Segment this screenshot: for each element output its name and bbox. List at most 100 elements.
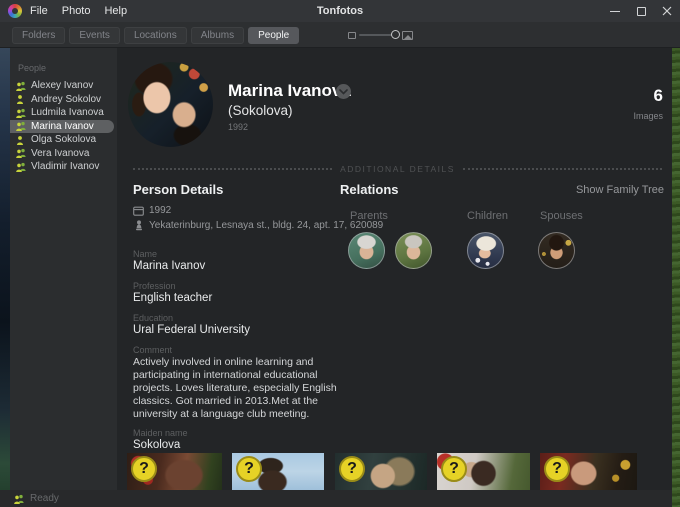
profile-name: Marina Ivanova	[228, 81, 351, 101]
photo-thumbnail[interactable]: ?	[127, 453, 222, 490]
relation-avatar-father[interactable]	[348, 232, 385, 269]
two-person-icon	[15, 148, 27, 158]
sidebar-item-marina-ivanov[interactable]: Marina Ivanov	[10, 120, 114, 134]
dotted-line	[133, 168, 332, 170]
app-window: File Photo Help Tonfotos Folders Events …	[0, 0, 680, 507]
field-value-comment: Actively involved in online learning and…	[133, 356, 357, 421]
unrecognized-face-badge[interactable]: ?	[236, 456, 262, 482]
window-controls	[602, 0, 680, 22]
birth-year-row: 1992	[133, 205, 171, 216]
person-name: Ludmila Ivanova	[31, 107, 104, 118]
thumbnail-zoom-slider[interactable]	[348, 29, 413, 41]
photo-thumbnail[interactable]: ?	[540, 453, 637, 490]
chevron-down-icon	[339, 89, 348, 95]
people-sidebar: People Alexey Ivanov Andrey Sokolov Ludm…	[10, 48, 117, 490]
birth-year-value: 1992	[149, 205, 171, 216]
close-button[interactable]	[654, 0, 680, 22]
address-row: Yekaterinburg, Lesnaya st., bldg. 24, ap…	[133, 220, 383, 231]
two-person-icon	[13, 494, 25, 504]
name-menu-button[interactable]	[336, 84, 351, 99]
sidebar-section-label: People	[18, 63, 117, 73]
relation-avatar-child[interactable]	[467, 232, 504, 269]
view-tabs: Folders Events Locations Albums People	[12, 27, 299, 44]
unrecognized-face-badge[interactable]: ?	[441, 456, 467, 482]
field-label-maiden-name: Maiden name	[133, 428, 357, 438]
app-logo-icon	[8, 4, 22, 18]
close-icon	[662, 6, 672, 16]
photo-thumbnail[interactable]: ?	[232, 453, 324, 490]
tab-folders[interactable]: Folders	[12, 27, 65, 44]
show-family-tree-link[interactable]: Show Family Tree	[576, 184, 664, 196]
image-count: 6	[654, 86, 663, 106]
field-label-profession: Profession	[133, 281, 357, 291]
photo-thumbnail[interactable]: ?	[335, 453, 427, 490]
tab-people[interactable]: People	[248, 27, 299, 44]
sidebar-item-olga-sokolova[interactable]: Olga Sokolova	[10, 133, 117, 147]
tab-locations[interactable]: Locations	[124, 27, 187, 44]
menu-photo[interactable]: Photo	[62, 5, 91, 17]
zoom-slider-track[interactable]	[359, 34, 399, 36]
person-name: Marina Ivanov	[31, 121, 94, 132]
title-bar: File Photo Help Tonfotos	[0, 0, 680, 22]
menu-help[interactable]: Help	[104, 5, 127, 17]
person-name: Vladimir Ivanov	[31, 161, 99, 172]
menu-file[interactable]: File	[30, 5, 48, 17]
field-value-name: Marina Ivanov	[133, 260, 357, 272]
person-fields: Name Marina Ivanov Profession English te…	[133, 249, 357, 460]
relations-group-children-label: Children	[467, 210, 508, 222]
two-person-icon	[15, 162, 27, 172]
profile-maiden-name: (Sokolova)	[228, 103, 293, 118]
zoom-slider-knob[interactable]	[391, 30, 400, 39]
unrecognized-face-badge[interactable]: ?	[544, 456, 570, 482]
two-person-icon	[15, 108, 27, 118]
tab-albums[interactable]: Albums	[191, 27, 244, 44]
person-name: Alexey Ivanov	[31, 80, 93, 91]
field-value-maiden-name: Sokolova	[133, 439, 357, 451]
sidebar-item-vladimir-ivanov[interactable]: Vladimir Ivanov	[10, 160, 117, 174]
single-person-icon	[15, 135, 27, 145]
relation-avatar-mother[interactable]	[395, 232, 432, 269]
field-value-education: Ural Federal University	[133, 324, 357, 336]
person-details-heading: Person Details	[133, 182, 223, 197]
toolbar: Folders Events Locations Albums People	[0, 22, 680, 48]
person-detail-panel: Marina Ivanova (Sokolova) 1992 6 Images …	[117, 48, 672, 490]
map-pin-icon	[133, 220, 144, 231]
maximize-button[interactable]	[628, 0, 654, 22]
relation-avatar-spouse[interactable]	[538, 232, 575, 269]
menu-bar: File Photo Help	[30, 5, 127, 17]
relations-group-spouses-label: Spouses	[540, 210, 583, 222]
tab-events[interactable]: Events	[69, 27, 120, 44]
sidebar-item-andrey-sokolov[interactable]: Andrey Sokolov	[10, 93, 117, 107]
field-label-education: Education	[133, 313, 357, 323]
person-name: Andrey Sokolov	[31, 94, 101, 105]
profile-birth-year: 1992	[228, 122, 248, 132]
person-name: Olga Sokolova	[31, 134, 96, 145]
two-person-icon	[15, 121, 27, 131]
unrecognized-face-badge[interactable]: ?	[339, 456, 365, 482]
large-image-icon	[402, 31, 413, 40]
minimize-button[interactable]	[602, 0, 628, 22]
two-person-icon	[15, 81, 27, 91]
dotted-line	[463, 168, 662, 170]
relations-group-parents-label: Parents	[350, 210, 388, 222]
desktop-wallpaper-right	[672, 48, 680, 507]
small-image-icon	[348, 32, 356, 39]
relations-heading: Relations	[340, 182, 399, 197]
image-count-label: Images	[633, 111, 663, 121]
sidebar-item-ludmila-ivanova[interactable]: Ludmila Ivanova	[10, 106, 117, 120]
status-text: Ready	[30, 493, 59, 504]
sidebar-item-vera-ivanova[interactable]: Vera Ivanova	[10, 147, 117, 161]
unrecognized-face-badge[interactable]: ?	[131, 456, 157, 482]
address-value: Yekaterinburg, Lesnaya st., bldg. 24, ap…	[149, 220, 383, 231]
sidebar-item-alexey-ivanov[interactable]: Alexey Ivanov	[10, 79, 117, 93]
photo-thumbnail[interactable]: ?	[437, 453, 530, 490]
field-label-comment: Comment	[133, 345, 357, 355]
additional-details-separator: ADDITIONAL DETAILS	[133, 164, 662, 174]
field-value-profession: English teacher	[133, 292, 357, 304]
profile-photo[interactable]	[128, 62, 213, 147]
maximize-icon	[637, 7, 646, 16]
minimize-icon	[610, 11, 620, 12]
single-person-icon	[15, 94, 27, 104]
person-name: Vera Ivanova	[31, 148, 89, 159]
desktop-wallpaper-left	[0, 48, 10, 490]
